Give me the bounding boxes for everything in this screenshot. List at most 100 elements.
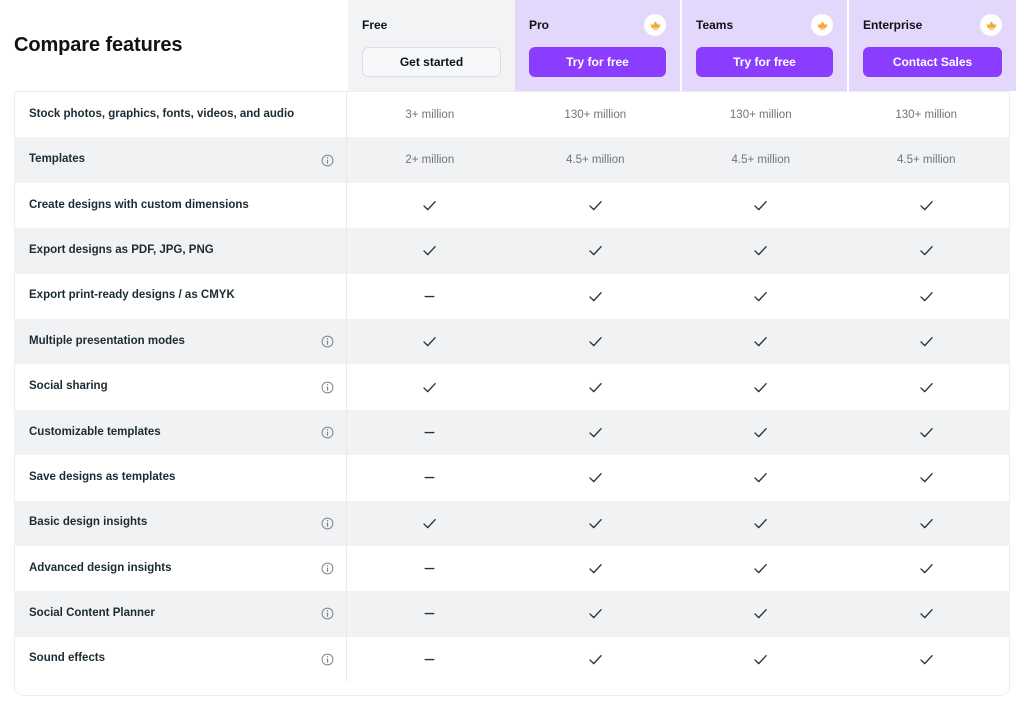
check-icon <box>752 197 769 214</box>
check-icon <box>918 651 935 668</box>
plan-cta-teams-button[interactable]: Try for free <box>696 47 833 77</box>
info-icon[interactable] <box>321 154 334 167</box>
check-icon <box>918 605 935 622</box>
feature-name-cell: Social Content Planner <box>15 591 348 637</box>
info-icon[interactable] <box>321 607 334 620</box>
table-row: Customizable templates <box>15 409 1009 456</box>
feature-name-cell: Basic design insights <box>15 500 348 546</box>
check-icon <box>752 605 769 622</box>
table-row: Sound effects <box>15 636 1009 683</box>
plan-column-pro: Pro Try for free <box>515 0 682 91</box>
cell-value-text: 4.5+ million <box>896 154 956 167</box>
cell-value-text: 130+ million <box>729 108 792 121</box>
table-row: Social sharing <box>15 364 1009 410</box>
table-footer-spacer <box>15 682 1009 696</box>
cell-pro: 130+ million <box>513 92 678 137</box>
cell-pro <box>513 410 678 455</box>
cell-value-text: 130+ million <box>564 108 627 121</box>
cell-teams: 130+ million <box>678 92 843 137</box>
cell-free: 2+ million <box>347 137 512 182</box>
feature-name-cell: Sound effects <box>15 636 348 683</box>
plan-column-enterprise: Enterprise Contact Sales <box>849 0 1016 91</box>
info-icon[interactable] <box>321 517 334 530</box>
cell-value-text: 4.5+ million <box>731 154 791 167</box>
cell-enterprise: 130+ million <box>844 92 1009 137</box>
info-icon[interactable] <box>321 653 334 666</box>
cell-pro <box>513 501 678 546</box>
feature-name-cell: Create designs with custom dimensions <box>15 182 348 229</box>
check-icon <box>587 605 604 622</box>
plan-cta-pro-button[interactable]: Try for free <box>529 47 666 77</box>
cell-pro <box>513 228 678 273</box>
check-icon <box>587 469 604 486</box>
crown-icon <box>644 14 666 36</box>
cell-free <box>347 546 512 591</box>
feature-name-cell: Templates <box>15 137 348 183</box>
cell-enterprise <box>844 228 1009 273</box>
check-icon <box>587 333 604 350</box>
plan-cta-enterprise-button[interactable]: Contact Sales <box>863 47 1002 77</box>
feature-name-cell: Advanced design insights <box>15 545 348 592</box>
cell-pro <box>513 364 678 409</box>
check-icon <box>587 288 604 305</box>
cell-free <box>347 455 512 500</box>
crown-icon <box>980 14 1002 36</box>
dash-icon <box>421 560 438 577</box>
check-icon <box>587 560 604 577</box>
plan-cta-free-button[interactable]: Get started <box>362 47 501 77</box>
cell-free <box>347 501 512 546</box>
cell-free <box>347 228 512 273</box>
check-icon <box>752 288 769 305</box>
page-title: Compare features <box>14 34 183 56</box>
info-icon[interactable] <box>321 335 334 348</box>
cell-teams <box>678 183 843 228</box>
page-title-cell: Compare features <box>0 0 348 91</box>
feature-label: Social sharing <box>29 380 108 393</box>
cell-pro <box>513 319 678 364</box>
table-row: Multiple presentation modes <box>15 318 1009 365</box>
check-icon <box>918 197 935 214</box>
table-row: Save designs as templates <box>15 455 1009 501</box>
check-icon <box>918 515 935 532</box>
check-icon <box>587 424 604 441</box>
cell-enterprise <box>844 546 1009 591</box>
info-icon[interactable] <box>321 562 334 575</box>
cell-enterprise <box>844 319 1009 364</box>
feature-name-cell: Stock photos, graphics, fonts, videos, a… <box>15 92 348 138</box>
info-icon[interactable] <box>321 381 334 394</box>
table-row: Templates 2+ million 4.5+ million 4.5+ mill… <box>15 137 1009 183</box>
check-icon <box>918 469 935 486</box>
plan-name: Teams <box>696 18 734 32</box>
cell-teams: 4.5+ million <box>678 137 843 182</box>
feature-label: Stock photos, graphics, fonts, videos, a… <box>29 107 295 120</box>
cell-teams <box>678 591 843 636</box>
cell-teams <box>678 637 843 682</box>
cell-free <box>347 591 512 636</box>
info-icon[interactable] <box>321 426 334 439</box>
cell-teams <box>678 546 843 591</box>
cell-enterprise <box>844 274 1009 319</box>
feature-label: Advanced design insights <box>29 561 172 574</box>
table-row: Create designs with custom dimensions <box>15 182 1009 229</box>
cell-pro <box>513 455 678 500</box>
check-icon <box>587 379 604 396</box>
plan-header-row: Free <box>362 14 501 36</box>
table-row: Export designs as PDF, JPG, PNG <box>15 228 1009 274</box>
check-icon <box>587 242 604 259</box>
cell-free: 3+ million <box>347 92 512 137</box>
check-icon <box>587 197 604 214</box>
cell-pro <box>513 274 678 319</box>
feature-name-cell: Customizable templates <box>15 409 348 456</box>
feature-name-cell: Export print-ready designs / as CMYK <box>15 273 348 319</box>
cell-free <box>347 319 512 364</box>
check-icon <box>918 242 935 259</box>
feature-name-cell: Save designs as templates <box>15 455 348 501</box>
feature-label: Export print-ready designs / as CMYK <box>29 289 235 302</box>
dash-icon <box>421 424 438 441</box>
check-icon <box>752 379 769 396</box>
cell-teams <box>678 319 843 364</box>
feature-label: Create designs with custom dimensions <box>29 198 249 211</box>
cell-pro: 4.5+ million <box>513 137 678 182</box>
feature-label: Save designs as templates <box>29 470 176 483</box>
cell-enterprise <box>844 364 1009 409</box>
